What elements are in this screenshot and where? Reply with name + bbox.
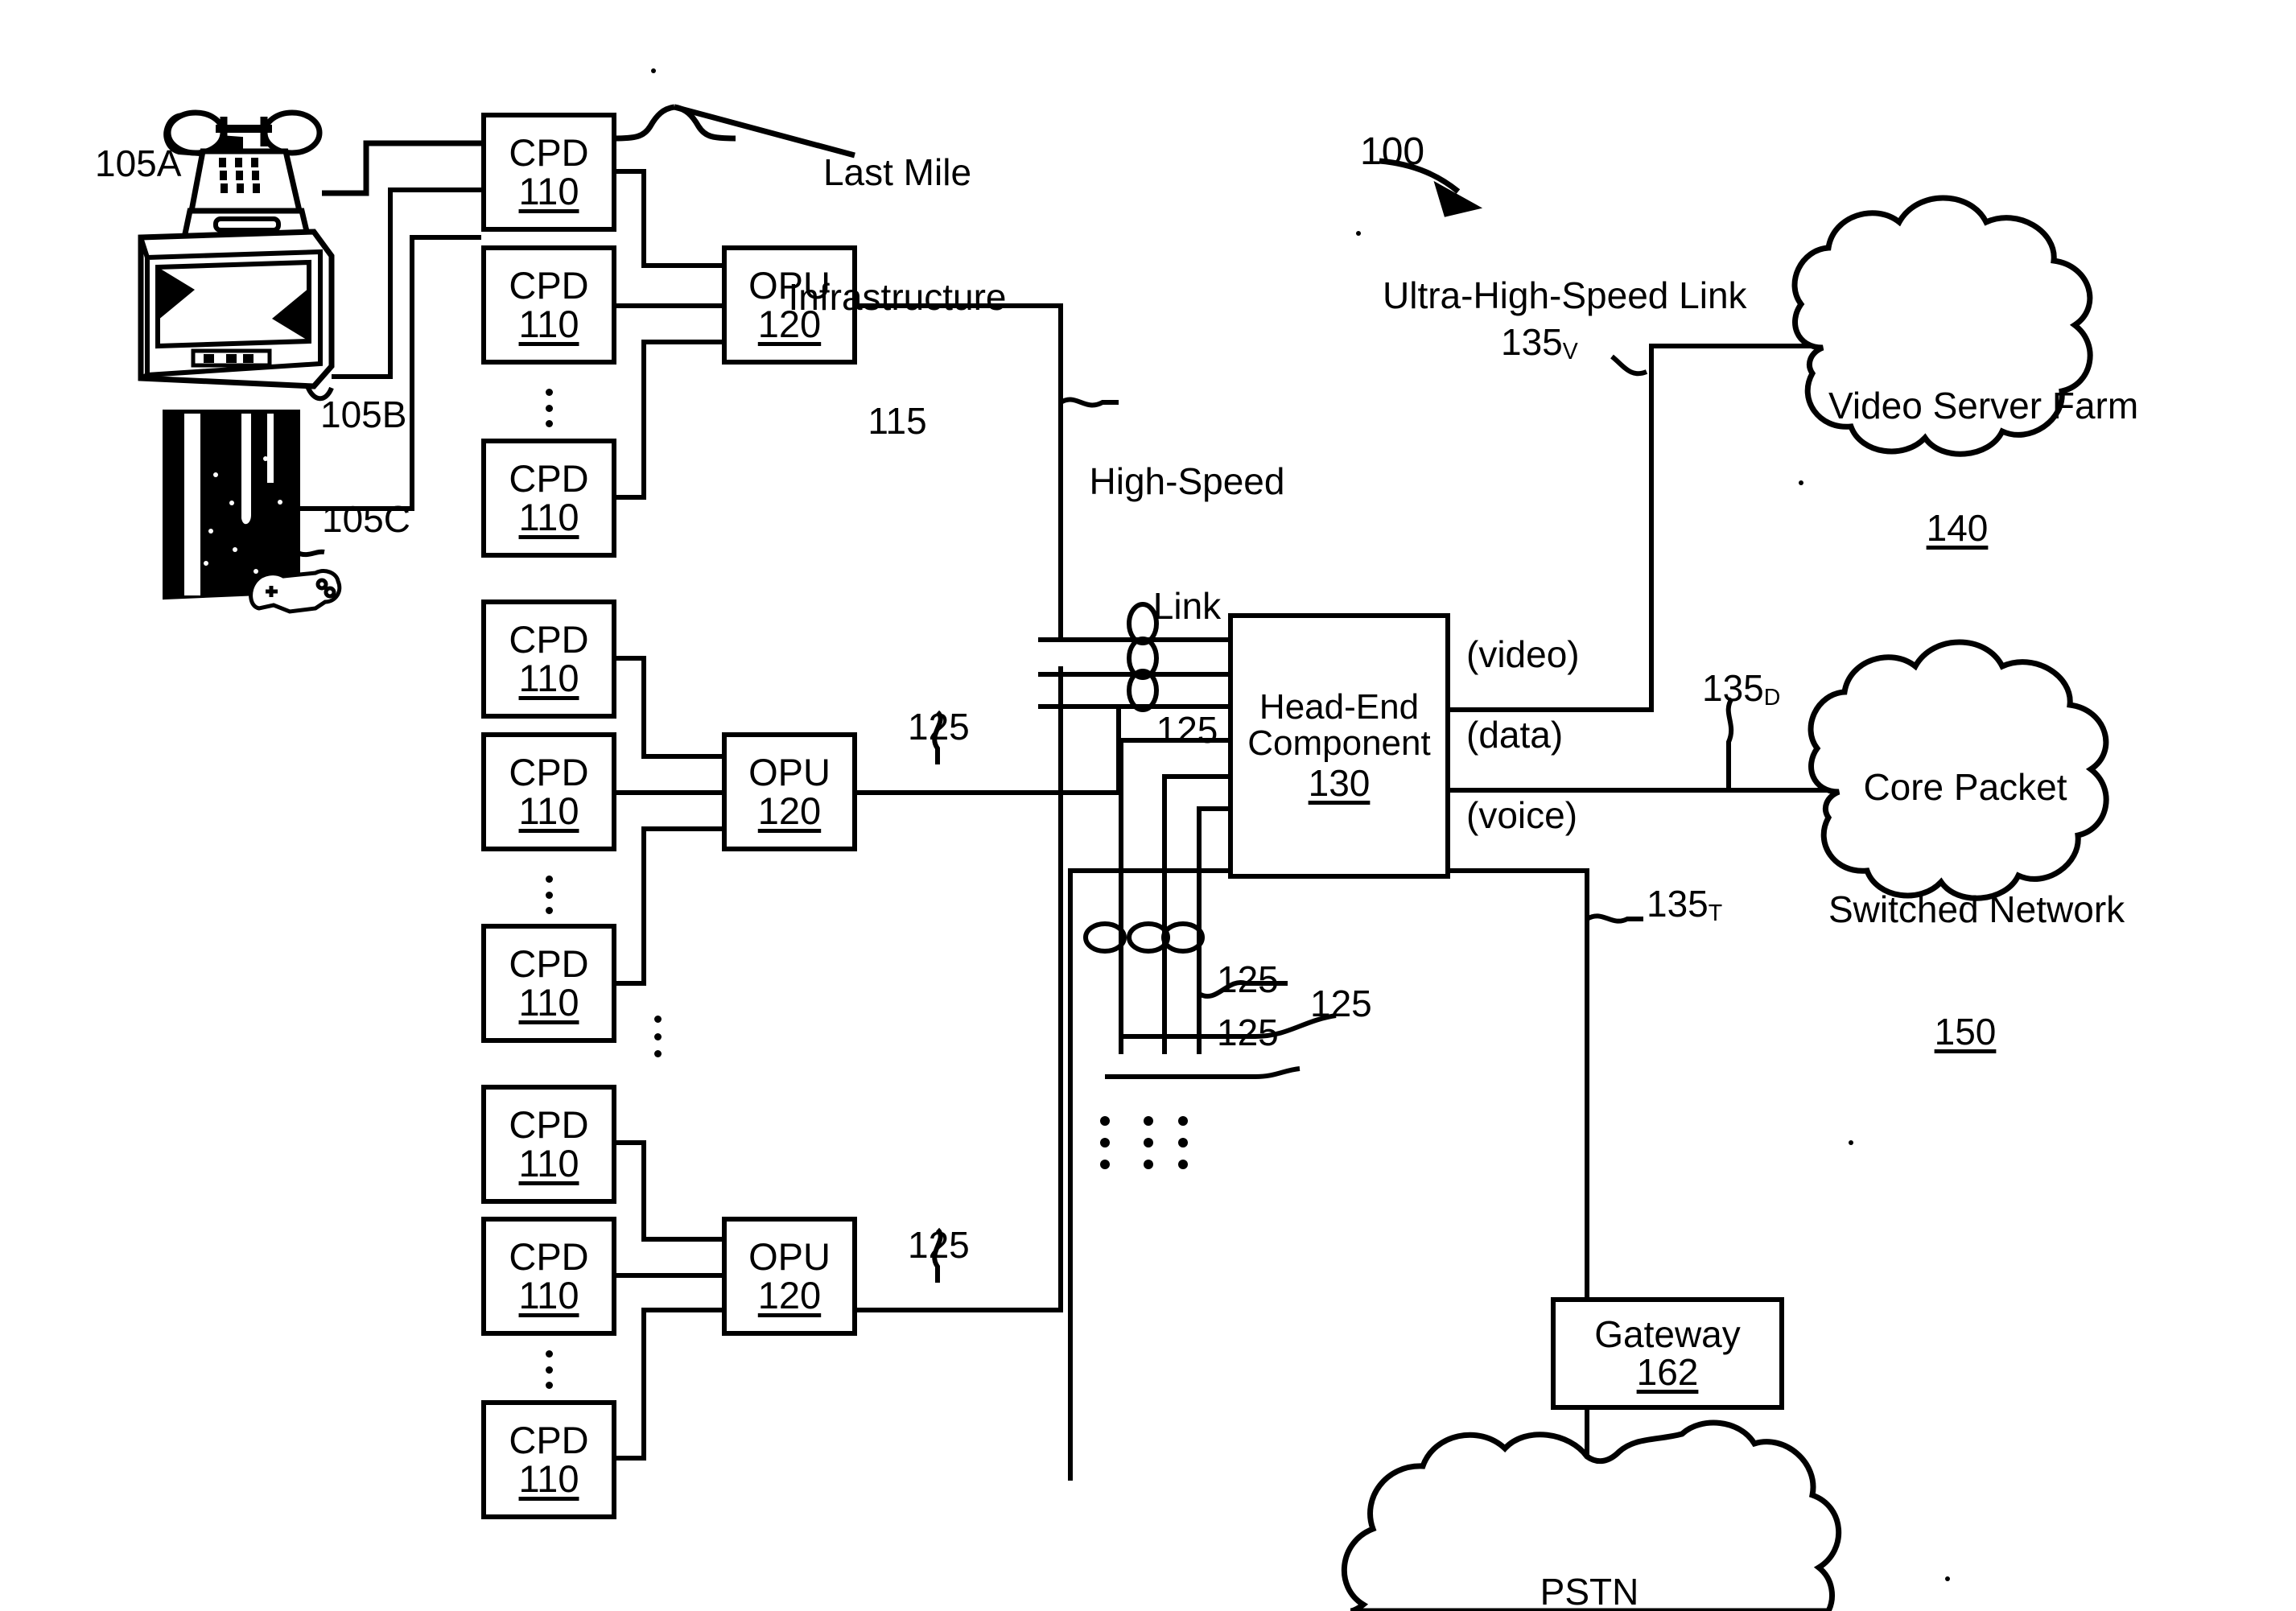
cpd-box-1a[interactable]: CPD 110 bbox=[481, 113, 616, 232]
cpd-box-3c[interactable]: CPD 110 bbox=[481, 1400, 616, 1519]
cpd-box-3a[interactable]: CPD 110 bbox=[481, 1085, 616, 1204]
cloud-label-core-packet-switched-network: Core Packet Switched Network 150 bbox=[1828, 686, 2125, 1134]
high-speed-link-label: High-Speed Link 125 bbox=[1070, 378, 1304, 834]
cpd-label: CPD bbox=[509, 1235, 589, 1279]
cpd-group-3-ellipsis bbox=[546, 1350, 553, 1389]
cpd-ref-number: 110 bbox=[518, 981, 579, 1024]
cpd-group-2-ellipsis bbox=[546, 876, 553, 914]
cloud-line-1: Core Packet bbox=[1863, 766, 2067, 809]
cpd-box-2c[interactable]: CPD 110 bbox=[481, 924, 616, 1043]
link-ref-135v: 135V bbox=[1501, 321, 1578, 365]
opu-box-2[interactable]: OPU 120 bbox=[722, 732, 857, 851]
opu-ref-number: 120 bbox=[757, 1274, 822, 1316]
opu-box-3[interactable]: OPU 120 bbox=[722, 1217, 857, 1336]
cpd-ref-number: 110 bbox=[518, 789, 579, 832]
cpd-label: CPD bbox=[509, 131, 589, 175]
opu-label: OPU bbox=[748, 751, 831, 794]
link-ref-125-group2: 125 bbox=[908, 706, 970, 748]
gateway-label: Gateway bbox=[1594, 1313, 1741, 1356]
game-console-icon bbox=[163, 410, 342, 614]
cpd-box-1c[interactable]: CPD 110 bbox=[481, 439, 616, 558]
cpd-label: CPD bbox=[509, 1419, 589, 1462]
cloud-line-2: Switched Network bbox=[1828, 888, 2125, 930]
last-mile-line-1: Last Mile bbox=[822, 151, 972, 194]
cpd-ref-number: 110 bbox=[518, 170, 579, 212]
cloud-ref-number: 150 bbox=[1934, 1010, 1997, 1053]
cpd-ref-number: 110 bbox=[518, 1274, 579, 1316]
opu-label: OPU bbox=[748, 1235, 831, 1279]
link-135v-subscript: V bbox=[1562, 338, 1578, 365]
link-135v-base: 135 bbox=[1501, 321, 1563, 363]
opu-ref-number: 120 bbox=[757, 789, 822, 832]
cloud-line-1: Video Server Farm bbox=[1828, 385, 2139, 427]
cloud-label-video-server-farm: Video Server Farm 140 bbox=[1828, 304, 2139, 630]
link-135d-subscript: D bbox=[1763, 684, 1781, 711]
gateway-ref-number: 162 bbox=[1636, 1351, 1699, 1393]
cpd-label: CPD bbox=[509, 264, 589, 307]
link-ref-125-bundle-a: 125 bbox=[1217, 958, 1279, 1000]
cloud-ref-number: 140 bbox=[1926, 506, 1989, 549]
figure-canvas: CPD 110 CPD 110 CPD 110 OPU 120 CPD 110 … bbox=[0, 0, 2296, 1611]
crossover-loop-icon-vertical bbox=[1083, 921, 1205, 954]
cpd-ref-number: 110 bbox=[518, 1142, 579, 1185]
bundle-ellipsis bbox=[1100, 1116, 1188, 1169]
gateway-box[interactable]: Gateway 162 bbox=[1551, 1297, 1784, 1410]
link-ref-125-bundle-c: 125 bbox=[1217, 1012, 1279, 1053]
high-speed-ref-number: 125 bbox=[1156, 709, 1218, 752]
cpd-label: CPD bbox=[509, 1103, 589, 1147]
cpd-groups-ellipsis bbox=[654, 1016, 662, 1057]
cpd-ref-number: 110 bbox=[518, 1457, 579, 1500]
cpd-box-3b[interactable]: CPD 110 bbox=[481, 1217, 616, 1336]
television-icon bbox=[138, 229, 335, 402]
high-speed-line-1: High-Speed bbox=[1089, 460, 1285, 503]
last-mile-ref-number: 115 bbox=[868, 400, 927, 443]
cpd-label: CPD bbox=[509, 457, 589, 501]
cpd-ref-number: 110 bbox=[518, 657, 579, 699]
link-ref-125-group3: 125 bbox=[908, 1224, 970, 1266]
cloud-line-1: PSTN bbox=[1540, 1571, 1639, 1611]
cpd-label: CPD bbox=[509, 618, 589, 661]
figure-ref-number: 100 bbox=[1360, 130, 1425, 173]
cpd-ref-number: 110 bbox=[518, 496, 579, 538]
cpd-ref-number: 110 bbox=[518, 303, 579, 345]
cloud-label-pstn: PSTN 160 bbox=[1489, 1490, 1690, 1611]
port-label-voice: (voice) bbox=[1466, 794, 1578, 836]
device-ref-105c: 105C bbox=[322, 498, 410, 540]
link-ref-125-bundle-b: 125 bbox=[1310, 983, 1372, 1024]
head-end-ref-number: 130 bbox=[1308, 762, 1371, 805]
last-mile-infrastructure-label: Last Mile Infrastructure 115 bbox=[744, 69, 1050, 525]
link-ref-135d: 135D bbox=[1702, 667, 1781, 711]
port-label-video: (video) bbox=[1466, 633, 1580, 675]
cpd-box-2a[interactable]: CPD 110 bbox=[481, 599, 616, 719]
device-ref-105b: 105B bbox=[320, 393, 407, 435]
cpd-box-1b[interactable]: CPD 110 bbox=[481, 245, 616, 365]
device-ref-105a: 105A bbox=[95, 142, 182, 184]
port-label-data: (data) bbox=[1466, 714, 1564, 756]
link-ref-135t: 135T bbox=[1647, 883, 1723, 926]
link-135d-base: 135 bbox=[1702, 667, 1764, 709]
high-speed-line-2: Link bbox=[1152, 584, 1222, 627]
ultra-high-speed-link-label: Ultra-High-Speed Link bbox=[1383, 274, 1747, 316]
cpd-box-2b[interactable]: CPD 110 bbox=[481, 732, 616, 851]
cpd-label: CPD bbox=[509, 751, 589, 794]
cpd-group-1-ellipsis bbox=[546, 389, 553, 427]
link-135t-base: 135 bbox=[1647, 883, 1709, 925]
link-135t-subscript: T bbox=[1708, 900, 1723, 926]
last-mile-line-2: Infrastructure bbox=[788, 275, 1007, 318]
cpd-label: CPD bbox=[509, 942, 589, 986]
